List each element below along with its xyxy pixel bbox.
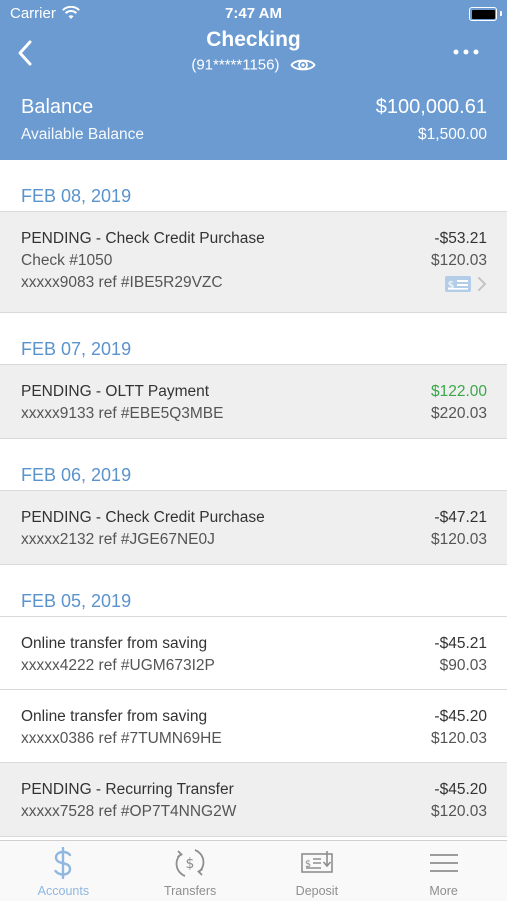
running-balance: $90.03	[439, 657, 487, 674]
transaction-list: FEB 08, 2019 PENDING - Check Credit Purc…	[0, 160, 507, 837]
transaction-row[interactable]: PENDING - OLTT Payment xxxxx9133 ref #EB…	[0, 365, 507, 439]
transaction-amount: -$45.20	[434, 708, 487, 725]
transaction-row[interactable]: PENDING - Check Credit Purchase Check #1…	[0, 212, 507, 313]
transaction-description: Online transfer from saving	[21, 635, 208, 652]
transaction-row[interactable]: Online transfer from saving xxxxx0386 re…	[0, 690, 507, 763]
running-balance: $120.03	[430, 531, 487, 548]
tab-bar: Accounts $ Transfers $ Deposit More	[0, 840, 507, 901]
battery-tip	[500, 11, 502, 16]
transaction-reference: xxxxx7528 ref #OP7T4NNG2W	[21, 803, 237, 820]
tab-label: Accounts	[37, 884, 90, 898]
chevron-right-icon	[478, 277, 487, 291]
available-balance-label: Available Balance	[21, 126, 144, 143]
available-balance-value: $1,500.00	[418, 126, 487, 143]
date-header: FEB 07, 2019	[0, 313, 507, 365]
dollar-icon	[54, 847, 72, 879]
svg-text:$: $	[186, 856, 195, 872]
transaction-reference: xxxxx4222 ref #UGM673I2P	[21, 657, 215, 674]
transaction-description: PENDING - Recurring Transfer	[21, 781, 234, 798]
more-options-icon[interactable]	[451, 42, 481, 62]
transaction-amount: -$45.20	[434, 781, 487, 798]
transaction-row[interactable]: Online transfer from saving xxxxx4222 re…	[0, 617, 507, 690]
transfer-cycle-icon: $	[175, 849, 205, 877]
account-number-row: (91*****1156)	[0, 56, 507, 74]
tab-accounts[interactable]: Accounts	[0, 841, 127, 901]
menu-icon	[429, 854, 458, 872]
transaction-reference: xxxxx9083 ref #IBE5R29VZC	[21, 274, 223, 291]
transaction-description: PENDING - Check Credit Purchase	[21, 230, 265, 247]
transaction-check-number: Check #1050	[21, 252, 113, 269]
running-balance: $120.03	[430, 803, 487, 820]
transaction-description: Online transfer from saving	[21, 708, 208, 725]
account-header: Carrier 7:47 AM Checking (91*****1156) B…	[0, 0, 507, 160]
page-title: Checking	[206, 28, 301, 51]
transaction-reference: xxxxx0386 ref #7TUMN69HE	[21, 730, 222, 747]
clock: 7:47 AM	[225, 5, 282, 22]
transaction-reference: xxxxx2132 ref #JGE67NE0J	[21, 531, 215, 548]
transaction-reference: xxxxx9133 ref #EBE5Q3MBE	[21, 405, 224, 422]
running-balance: $120.03	[430, 252, 487, 269]
battery-icon	[469, 7, 497, 21]
running-balance: $120.03	[430, 730, 487, 747]
date-header: FEB 06, 2019	[0, 439, 507, 491]
tab-transfers[interactable]: $ Transfers	[127, 841, 254, 901]
running-balance: $220.03	[430, 405, 487, 422]
balance-label: Balance	[21, 96, 94, 118]
transaction-amount: -$53.21	[434, 230, 487, 247]
tab-label: Transfers	[163, 884, 217, 898]
tab-deposit[interactable]: $ Deposit	[254, 841, 381, 901]
balance-value: $100,000.61	[375, 96, 487, 118]
date-header: FEB 08, 2019	[0, 160, 507, 212]
transaction-description: PENDING - Check Credit Purchase	[21, 509, 265, 526]
check-deposit-icon: $	[301, 851, 333, 873]
tab-more[interactable]: More	[380, 841, 507, 901]
tab-label: More	[429, 884, 458, 898]
status-bar: Carrier 7:47 AM	[0, 0, 507, 28]
eye-icon[interactable]	[290, 56, 316, 74]
tab-label: Deposit	[295, 884, 339, 898]
account-number: (91*****1156)	[191, 56, 280, 74]
check-image-icon[interactable]: $	[445, 276, 471, 292]
transaction-row[interactable]: PENDING - Recurring Transfer xxxxx7528 r…	[0, 763, 507, 837]
date-header: FEB 05, 2019	[0, 565, 507, 617]
transaction-amount: $122.00	[430, 383, 487, 400]
transaction-amount: -$47.21	[434, 509, 487, 526]
transaction-amount: -$45.21	[434, 635, 487, 652]
transaction-row[interactable]: PENDING - Check Credit Purchase xxxxx213…	[0, 491, 507, 565]
transaction-description: PENDING - OLTT Payment	[21, 383, 210, 400]
